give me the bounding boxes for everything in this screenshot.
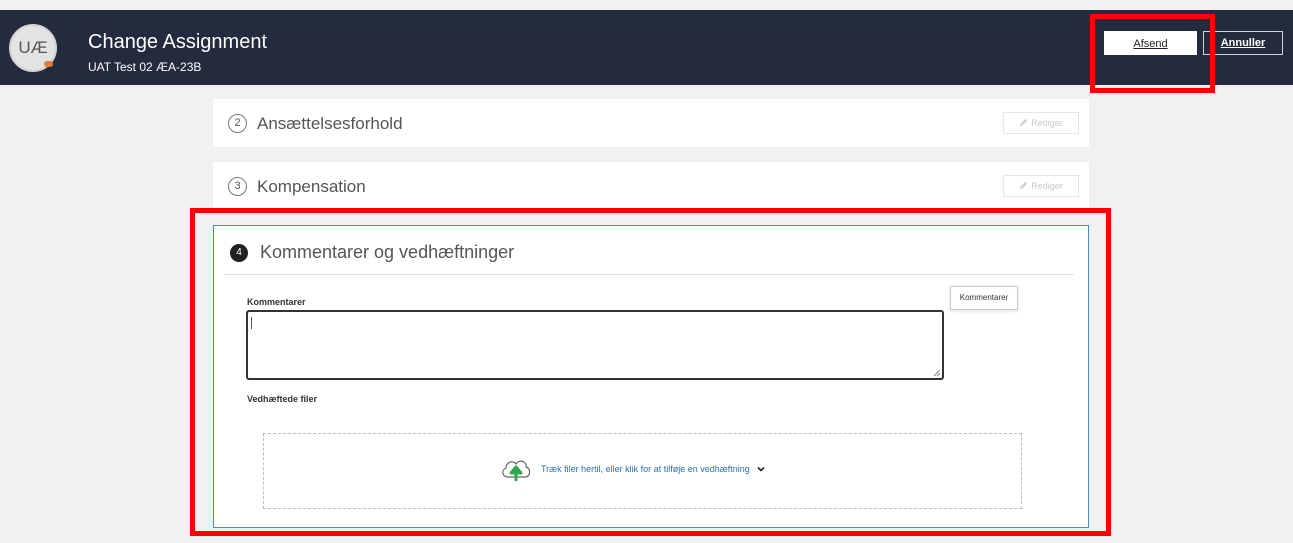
cancel-button[interactable]: Annuller: [1203, 31, 1283, 55]
avatar[interactable]: UÆ: [9, 24, 57, 72]
comments-label: Kommentarer: [247, 297, 306, 307]
section-title: Kommentarer og vedhæftninger: [260, 242, 515, 262]
pencil-icon: [1020, 181, 1028, 190]
step-number: 2: [228, 114, 247, 133]
chevron-down-icon[interactable]: [756, 464, 766, 474]
edit-button-label: Rediger: [1031, 118, 1063, 128]
section-kommentarer: 4 Kommentarer og vedhæftninger Kommentar…: [213, 225, 1089, 528]
attachments-label: Vedhæftede filer: [247, 394, 318, 404]
divider: [224, 274, 1074, 275]
submit-button[interactable]: Afsend: [1104, 31, 1197, 55]
section-kompensation[interactable]: 3 Kompensation Rediger: [213, 162, 1089, 210]
section-title: Ansættelsesforhold: [257, 114, 403, 133]
cloud-upload-icon: [502, 460, 531, 481]
text-caret: [251, 317, 252, 329]
section-ansaettelsesforhold[interactable]: 2 Ansættelsesforhold Rediger: [213, 99, 1089, 147]
resize-handle-icon[interactable]: [933, 369, 941, 377]
step-number: 3: [228, 177, 247, 196]
edit-button-label: Rediger: [1031, 181, 1063, 191]
avatar-badge: [44, 61, 53, 67]
comments-tooltip: Kommentarer: [950, 286, 1018, 310]
comments-textarea[interactable]: [246, 310, 944, 380]
edit-button[interactable]: Rediger: [1003, 112, 1079, 134]
page-title: Change Assignment: [88, 31, 268, 53]
dropzone-text: Træk filer hertil, eller klik for at til…: [541, 464, 750, 474]
pencil-icon: [1020, 118, 1028, 127]
attachment-dropzone[interactable]: Træk filer hertil, eller klik for at til…: [263, 433, 1022, 509]
edit-button[interactable]: Rediger: [1003, 175, 1079, 197]
step-number: 4: [230, 244, 248, 262]
page-subtitle: UAT Test 02 ÆA-23B: [88, 60, 202, 74]
add-attachment-link[interactable]: Træk filer hertil, eller klik for at til…: [499, 455, 766, 483]
app-header: UÆ Change Assignment UAT Test 02 ÆA-23B …: [0, 10, 1293, 85]
avatar-initials: UÆ: [18, 38, 48, 57]
section-title: Kompensation: [257, 177, 366, 196]
